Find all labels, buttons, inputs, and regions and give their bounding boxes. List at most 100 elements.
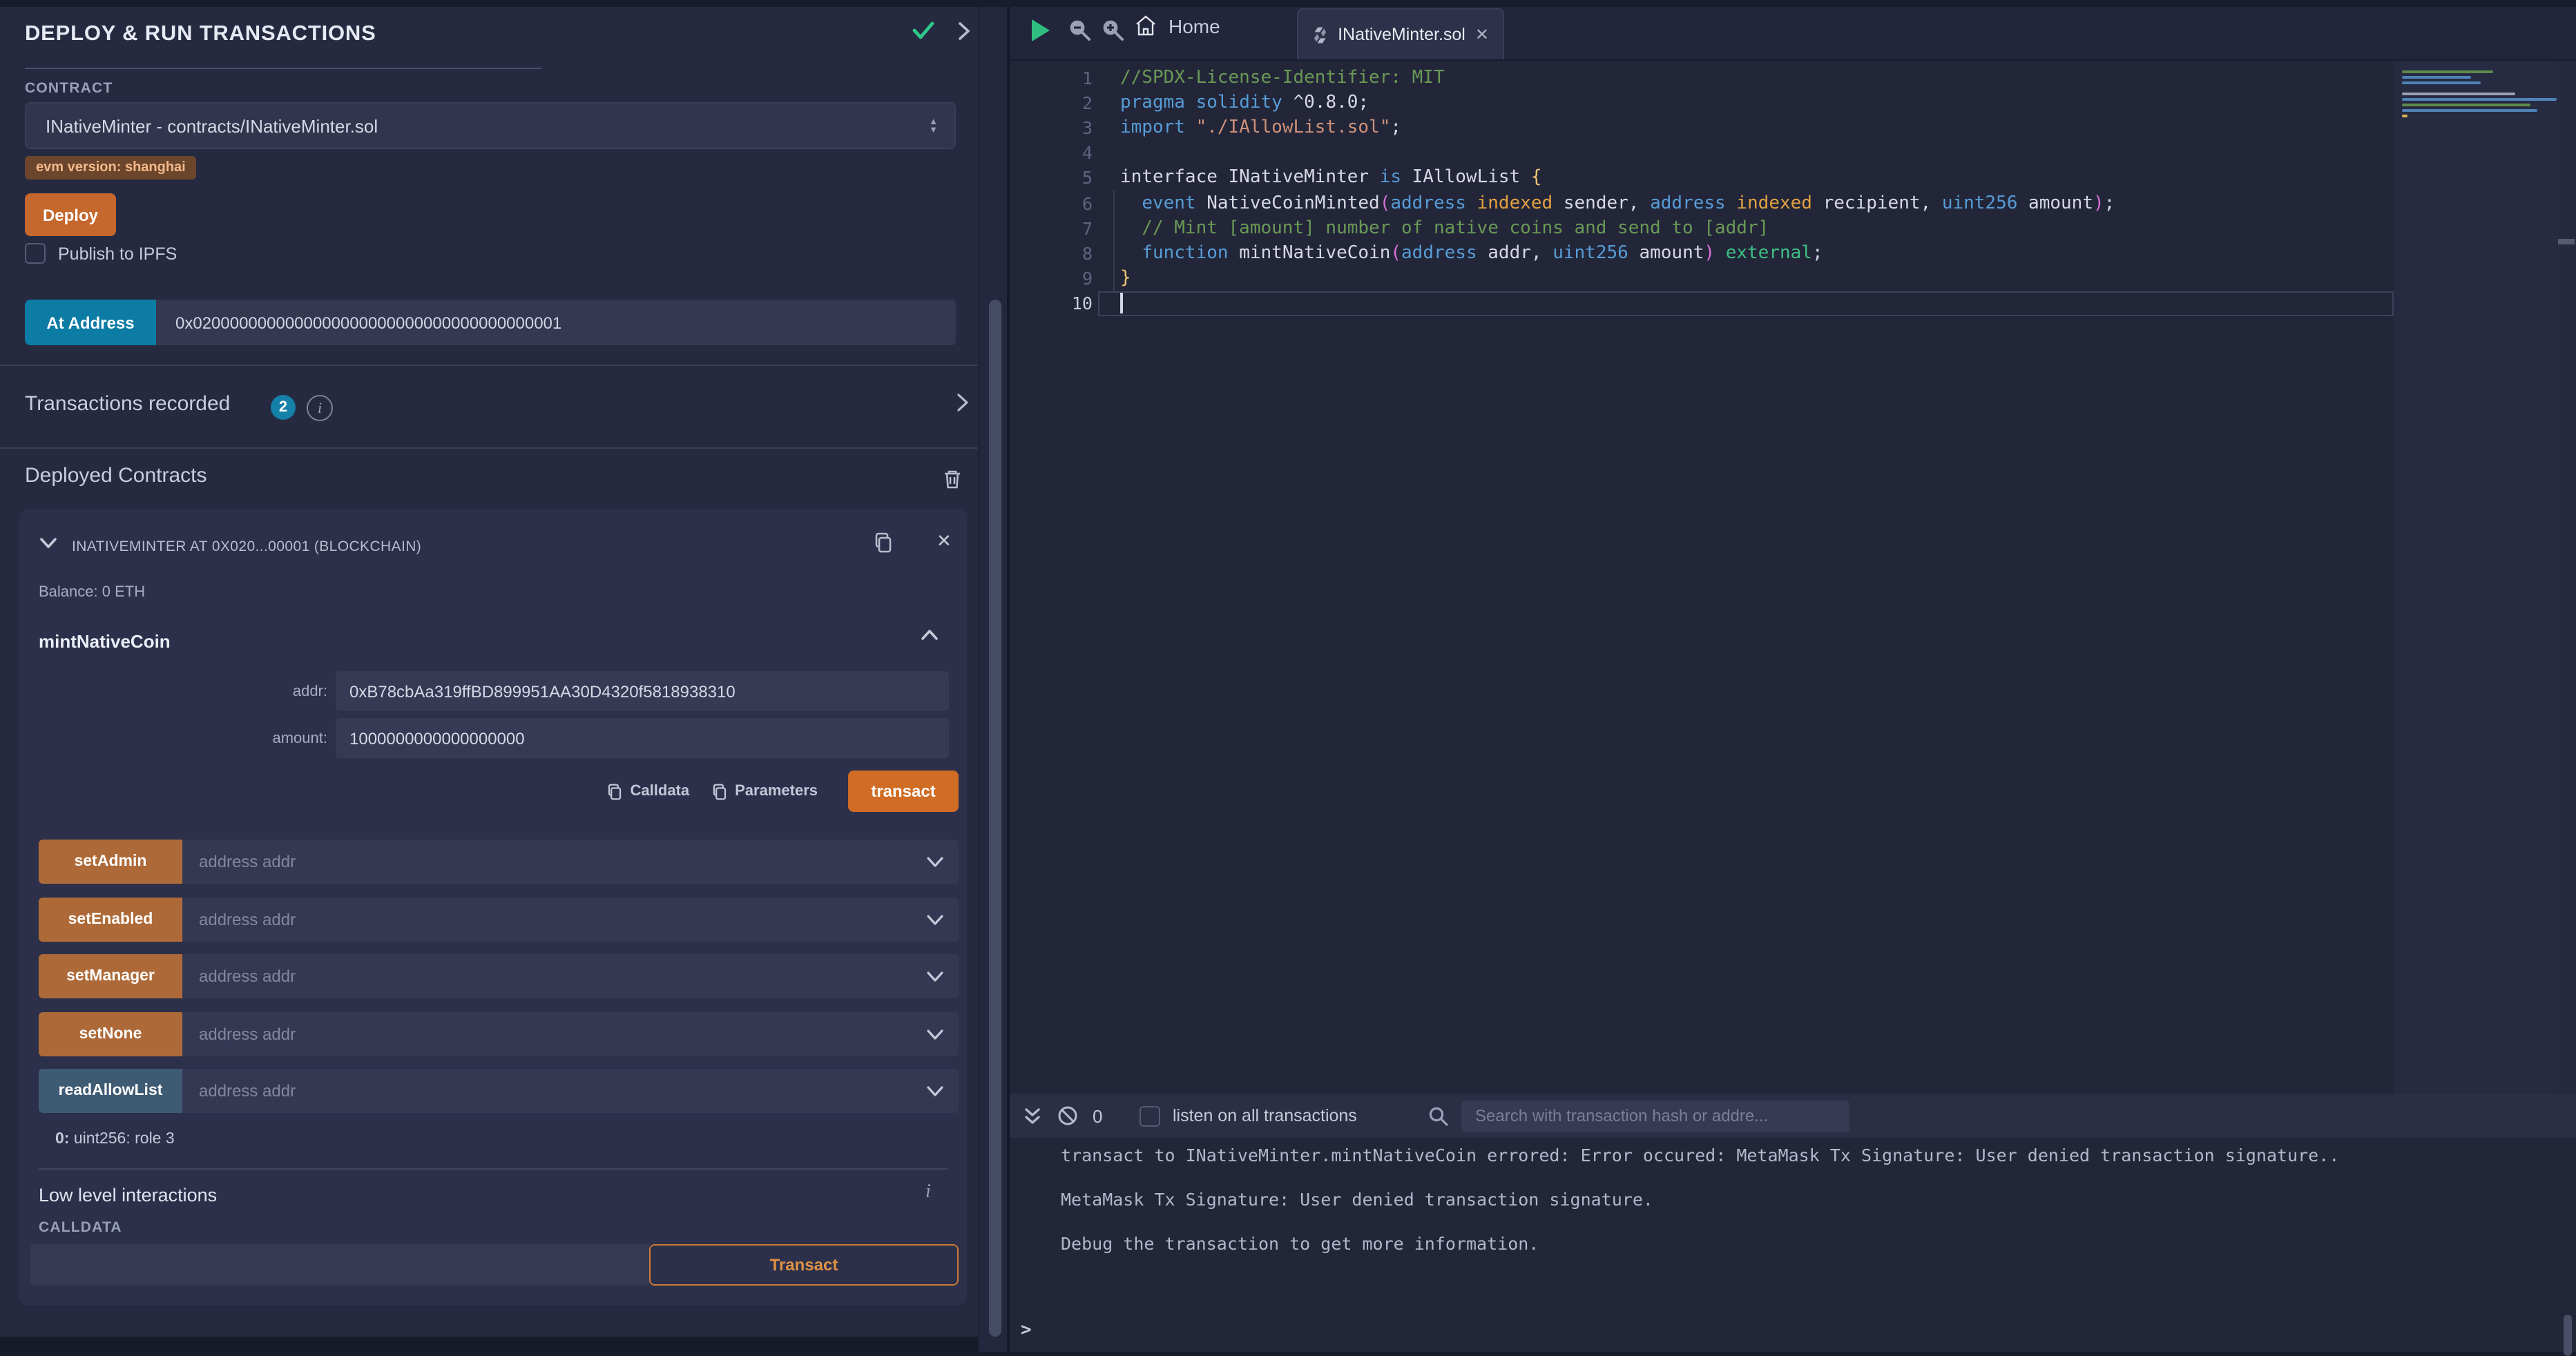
copy-calldata-button[interactable]: Calldata <box>607 782 690 800</box>
code-row[interactable]: 7 // Mint [amount] number of native coin… <box>1010 215 2394 240</box>
code-row[interactable]: 3import "./IAllowList.sol"; <box>1010 115 2394 140</box>
setNone-button[interactable]: setNone <box>39 1012 182 1056</box>
home-tab-label: Home <box>1169 14 1220 37</box>
setManager-input[interactable]: address addr <box>182 954 959 998</box>
terminal-panel: 0 listen on all transactions transact to… <box>1010 1094 2576 1352</box>
setManager-button[interactable]: setManager <box>39 954 182 998</box>
copy-icon <box>711 782 728 800</box>
readAllowList-input[interactable]: address addr <box>182 1069 959 1114</box>
function-list: setAdminaddress addrsetEnabledaddress ad… <box>39 840 959 1127</box>
addr-field-label: addr: <box>217 683 327 699</box>
setEnabled-expand-chevron-icon[interactable] <box>925 912 945 926</box>
terminal-scrollbar-thumb[interactable] <box>2564 1315 2572 1356</box>
line-number: 10 <box>1010 293 1098 314</box>
panel-pin-chevron-icon[interactable] <box>957 21 971 41</box>
code-row[interactable]: 2pragma solidity ^0.8.0; <box>1010 90 2394 115</box>
editor-scrollbar-marker <box>2558 239 2575 244</box>
transact-button[interactable]: transact <box>848 771 959 812</box>
at-address-input[interactable] <box>156 300 956 345</box>
terminal-output[interactable]: transact to INativeMinter.mintNativeCoin… <box>1010 1138 2576 1352</box>
instance-balance: Balance: 0 ETH <box>39 584 145 601</box>
instance-collapse-chevron-icon[interactable] <box>39 536 58 550</box>
editor-minimap[interactable] <box>2394 61 2557 1094</box>
line-number: 5 <box>1010 168 1098 188</box>
terminal-collapse-icon[interactable] <box>1023 1094 1041 1138</box>
setEnabled-placeholder: address addr <box>199 909 925 929</box>
amount-field-row: amount: <box>217 718 949 758</box>
setAdmin-button[interactable]: setAdmin <box>39 840 182 884</box>
minimap-line <box>2402 81 2481 84</box>
minimap-line <box>2402 76 2471 79</box>
function-result: 0: uint256: role 3 <box>55 1131 175 1147</box>
copy-address-icon[interactable] <box>873 532 894 554</box>
function-collapse-chevron-icon[interactable] <box>920 628 939 642</box>
setAdmin-expand-chevron-icon[interactable] <box>925 855 945 869</box>
function-row-readAllowList: readAllowListaddress addr <box>39 1069 959 1114</box>
at-address-button[interactable]: At Address <box>25 300 156 345</box>
setNone-expand-chevron-icon[interactable] <box>925 1027 945 1041</box>
code-row[interactable]: 8 function mintNativeCoin(address addr, … <box>1010 241 2394 266</box>
remix-ide-window: DEPLOY & RUN TRANSACTIONS CONTRACT INati… <box>0 0 2576 1352</box>
code-row[interactable]: 10 <box>1010 291 2394 316</box>
window-top-strip <box>0 0 2576 7</box>
setAdmin-input[interactable]: address addr <box>182 840 959 884</box>
section-divider <box>0 447 978 449</box>
line-number: 1 <box>1010 67 1098 88</box>
tab-home[interactable]: Home <box>1134 14 1220 37</box>
publish-ipfs-label: Publish to IPFS <box>58 244 177 263</box>
section-divider <box>0 365 978 366</box>
addr-field-row: addr: <box>217 671 949 711</box>
indent-guide <box>1113 191 1115 291</box>
publish-ipfs-checkbox[interactable] <box>25 243 46 264</box>
code-editor[interactable]: 1//SPDX-License-Identifier: MIT2pragma s… <box>1010 61 2576 1094</box>
transactions-info-icon[interactable]: i <box>307 395 333 421</box>
copy-icon <box>607 782 624 800</box>
code-row[interactable]: 5interface INativeMinter is IAllowList { <box>1010 166 2394 191</box>
calldata-input[interactable] <box>30 1244 649 1286</box>
low-level-transact-button[interactable]: Transact <box>649 1244 959 1286</box>
contract-select-value: INativeMinter - contracts/INativeMinter.… <box>46 115 929 136</box>
contract-select[interactable]: INativeMinter - contracts/INativeMinter.… <box>25 102 956 149</box>
amount-field-input[interactable] <box>336 718 949 758</box>
tab-close-icon[interactable]: ✕ <box>1475 25 1489 44</box>
line-number: 6 <box>1010 193 1098 213</box>
tab-inativeminter-sol[interactable]: INativeMinter.sol ✕ <box>1297 8 1504 59</box>
zoom-in-icon[interactable] <box>1101 18 1124 41</box>
setEnabled-input[interactable]: address addr <box>182 897 959 941</box>
terminal-search-input[interactable] <box>1461 1100 1849 1132</box>
listen-all-transactions-checkbox[interactable] <box>1140 1105 1160 1126</box>
code-line: } <box>1098 266 2394 291</box>
instance-close-icon[interactable]: ✕ <box>936 530 952 552</box>
editor-tabbar: Home INativeMinter.sol ✕ <box>1010 0 2576 61</box>
readAllowList-button[interactable]: readAllowList <box>39 1069 182 1114</box>
code-line: //SPDX-License-Identifier: MIT <box>1098 65 2394 90</box>
at-address-row: At Address <box>25 300 956 345</box>
readAllowList-expand-chevron-icon[interactable] <box>925 1085 945 1098</box>
panel-title: DEPLOY & RUN TRANSACTIONS <box>25 22 376 47</box>
editor-overview-ruler[interactable] <box>2557 61 2576 1094</box>
addr-field-input[interactable] <box>336 671 949 711</box>
code-row[interactable]: 4 <box>1010 140 2394 165</box>
listen-all-transactions-label: listen on all transactions <box>1173 1106 1357 1125</box>
panel-scrollbar-thumb[interactable] <box>989 300 1001 1337</box>
low-level-info-icon[interactable]: i <box>925 1182 931 1204</box>
terminal-log-line: Debug the transaction to get more inform… <box>1061 1232 2576 1255</box>
clear-instances-trash-icon[interactable] <box>942 468 963 490</box>
terminal-prompt[interactable]: > <box>1021 1320 1032 1341</box>
code-line: // Mint [amount] number of native coins … <box>1098 215 2394 240</box>
transactions-expand-chevron-icon[interactable] <box>956 392 970 413</box>
panel-scrollbar <box>978 0 1010 1352</box>
setNone-input[interactable]: address addr <box>182 1012 959 1056</box>
code-row[interactable]: 6 event NativeCoinMinted(address indexed… <box>1010 191 2394 215</box>
code-row[interactable]: 1//SPDX-License-Identifier: MIT <box>1010 65 2394 90</box>
copy-parameters-button[interactable]: Parameters <box>711 782 818 800</box>
deploy-button[interactable]: Deploy <box>25 193 116 236</box>
run-script-play-icon[interactable] <box>1032 19 1050 41</box>
setEnabled-button[interactable]: setEnabled <box>39 897 182 941</box>
setManager-expand-chevron-icon[interactable] <box>925 969 945 983</box>
terminal-search-icon <box>1428 1094 1449 1138</box>
clear-console-icon[interactable] <box>1057 1094 1079 1138</box>
open-function-name[interactable]: mintNativeCoin <box>39 631 171 652</box>
code-row[interactable]: 9} <box>1010 266 2394 291</box>
zoom-out-icon[interactable] <box>1068 18 1091 41</box>
